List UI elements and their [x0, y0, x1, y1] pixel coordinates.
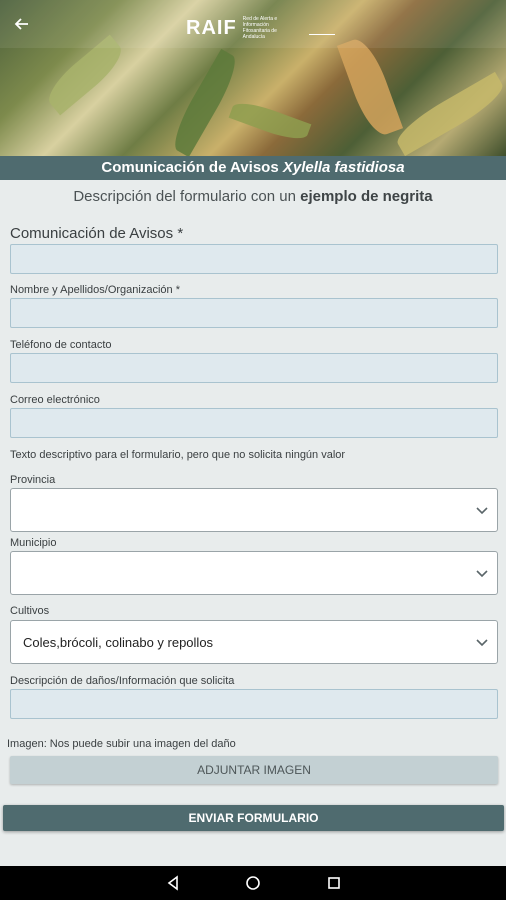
chevron-down-icon	[476, 507, 488, 515]
provincia-label: Provincia	[10, 474, 56, 486]
cultivos-select[interactable]: Coles,brócoli, colinabo y repollos	[10, 620, 498, 664]
attach-image-button[interactable]: ADJUNTAR IMAGEN	[10, 756, 498, 784]
send-form-button[interactable]: ENVIAR FORMULARIO	[3, 805, 504, 831]
municipio-label: Municipio	[10, 537, 57, 549]
nombre-input[interactable]	[10, 298, 498, 328]
nav-back-button[interactable]	[164, 874, 182, 892]
correo-label: Correo electrónico	[10, 394, 100, 406]
correo-input[interactable]	[10, 408, 498, 438]
triangle-back-icon	[167, 875, 178, 891]
nombre-label: Nombre y Apellidos/Organización *	[10, 284, 180, 296]
aviso-label: Comunicación de Avisos *	[10, 225, 184, 242]
telefono-label: Teléfono de contacto	[10, 339, 112, 351]
provincia-select[interactable]	[10, 488, 498, 532]
aviso-input[interactable]	[10, 244, 498, 274]
form-title: Comunicación de Avisos Xylella fastidios…	[0, 156, 506, 180]
cultivos-value: Coles,brócoli, colinabo y repollos	[23, 635, 214, 650]
logo-brand: RAIF	[186, 16, 237, 39]
description-text: Descripción del formulario con un	[73, 188, 301, 205]
nav-home-button[interactable]	[244, 874, 262, 892]
form-description: Descripción del formulario con un ejempl…	[0, 188, 506, 205]
description-bold: ejemplo de negrita	[300, 188, 433, 205]
header-banner-image: RAIF Red de Alerta e Información Fitosan…	[0, 0, 506, 156]
android-nav-bar	[0, 866, 506, 900]
imagen-text: Imagen: Nos puede subir una imagen del d…	[7, 738, 236, 750]
square-recents-icon	[328, 877, 340, 889]
cultivos-label: Cultivos	[10, 605, 50, 617]
nav-recents-button[interactable]	[325, 874, 343, 892]
title-species: Xylella fastidiosa	[282, 159, 405, 176]
raif-logo: RAIF Red de Alerta e Información Fitosan…	[186, 16, 335, 40]
danos-label: Descripción de daños/Información que sol…	[10, 675, 235, 687]
app-screen: RAIF Red de Alerta e Información Fitosan…	[0, 0, 506, 900]
telefono-input[interactable]	[10, 353, 498, 383]
title-prefix: Comunicación de Avisos	[101, 159, 283, 176]
circle-home-icon	[246, 876, 260, 890]
municipio-select[interactable]	[10, 551, 498, 595]
junta-logo-icon	[308, 21, 335, 35]
info-text: Texto descriptivo para el formulario, pe…	[10, 449, 346, 461]
back-button[interactable]	[10, 12, 34, 36]
chevron-down-icon	[476, 570, 488, 578]
danos-input[interactable]	[10, 689, 498, 719]
arrow-left-icon	[14, 18, 28, 30]
logo-subtitle: Red de Alerta e Información Fitosanitari…	[242, 16, 278, 40]
chevron-down-icon	[476, 639, 488, 647]
